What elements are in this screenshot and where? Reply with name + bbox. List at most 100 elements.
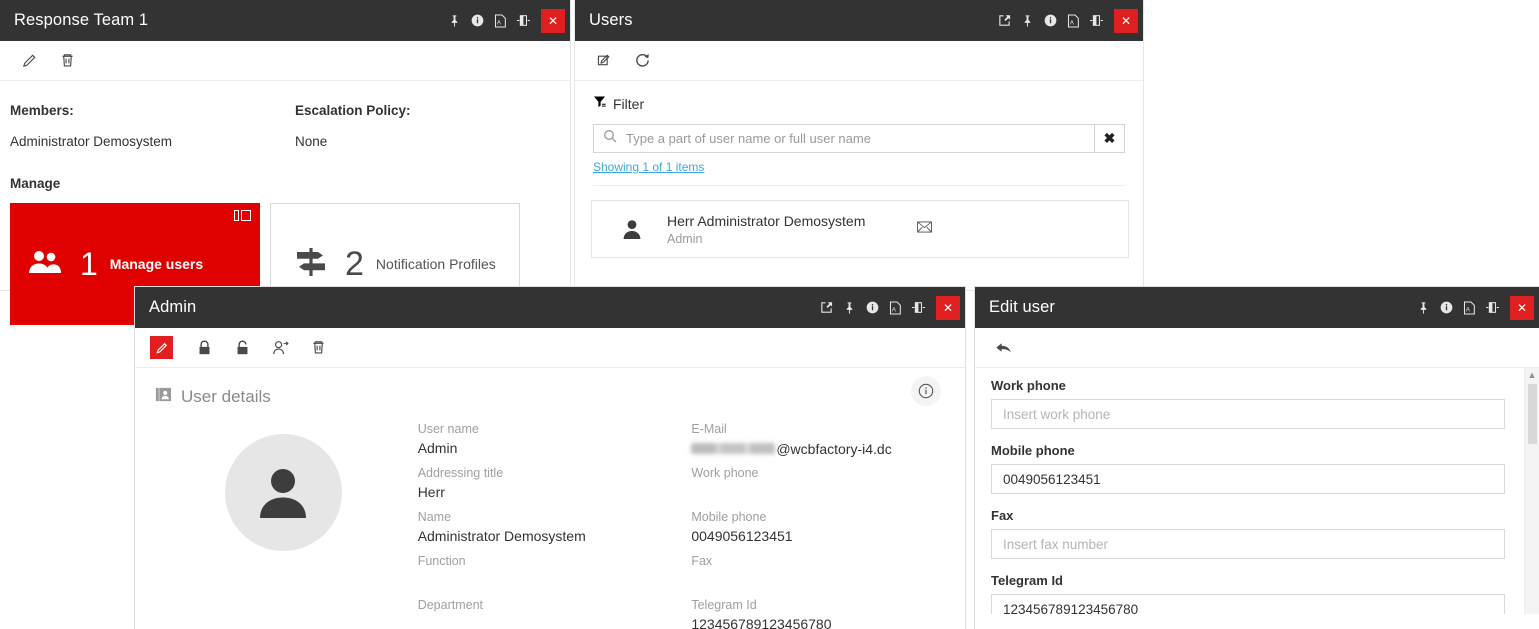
list-item[interactable]: Herr Administrator Demosystem Admin <box>591 200 1129 258</box>
search-box[interactable] <box>593 124 1094 153</box>
user-details-right-column: E-Mail @wcbfactory-i4.dc Work phone Mobi… <box>691 422 965 629</box>
avatar-area <box>149 422 418 629</box>
window-title: Users <box>589 11 633 30</box>
users-list: Herr Administrator Demosystem Admin <box>575 186 1143 258</box>
filter-funnel-icon <box>593 95 606 113</box>
escalation-value: None <box>295 134 411 149</box>
members-column: Members: Administrator Demosystem <box>10 103 295 149</box>
work-phone-input[interactable]: Insert work phone <box>991 399 1505 429</box>
scrollbar-thumb[interactable] <box>1528 384 1537 444</box>
pdf-icon[interactable]: A <box>1062 0 1085 41</box>
window-controls: A ✕ <box>815 287 965 328</box>
tile-number: 1 <box>80 248 98 280</box>
mobile-phone-input[interactable]: 0049056123451 <box>991 464 1505 494</box>
close-icon[interactable]: ✕ <box>541 9 565 33</box>
maximize-icon[interactable] <box>512 0 535 41</box>
close-icon[interactable]: ✕ <box>1510 296 1534 320</box>
edit-user-toolbar <box>975 328 1539 368</box>
edit-note-icon[interactable] <box>587 46 621 76</box>
edit-user-form: Work phone Insert work phone Mobile phon… <box>975 368 1539 614</box>
popout-icon[interactable] <box>993 0 1016 41</box>
admin-titlebar[interactable]: Admin A ✕ <box>135 287 965 328</box>
maximize-icon[interactable] <box>1481 287 1504 328</box>
lock-open-icon[interactable] <box>225 333 259 363</box>
user-details-header: User details <box>135 368 965 408</box>
refresh-icon[interactable] <box>625 46 659 76</box>
search-icon <box>603 129 617 148</box>
field-label: Fax <box>991 508 1523 523</box>
signpost-icon <box>295 247 327 282</box>
section-title: User details <box>181 387 271 407</box>
form-scrollbar[interactable]: ▲ <box>1524 368 1539 614</box>
pdf-icon[interactable]: A <box>489 0 512 41</box>
user-details-left-column: User name Admin Addressing title Herr Na… <box>418 422 692 629</box>
response-team-toolbar <box>0 41 570 81</box>
edit-user-window: Edit user A ✕ Work phone Insert work pho… <box>975 287 1539 629</box>
window-title: Response Team 1 <box>14 11 148 30</box>
info-circle-icon[interactable] <box>911 376 941 406</box>
pin-icon[interactable] <box>1016 0 1039 41</box>
pin-icon[interactable] <box>1412 287 1435 328</box>
user-fullname: Herr Administrator Demosystem <box>667 213 865 229</box>
edit-user-titlebar[interactable]: Edit user A ✕ <box>975 287 1539 328</box>
field-label: Work phone <box>691 466 965 480</box>
users-titlebar[interactable]: Users A ✕ <box>575 0 1143 41</box>
fax-input[interactable]: Insert fax number <box>991 529 1505 559</box>
info-icon[interactable] <box>1435 287 1458 328</box>
field-label: Function <box>418 554 692 568</box>
field-value <box>691 572 965 589</box>
pdf-icon[interactable]: A <box>884 287 907 328</box>
lock-closed-icon[interactable] <box>187 333 221 363</box>
maximize-icon[interactable] <box>907 287 930 328</box>
close-icon[interactable]: ✕ <box>936 296 960 320</box>
pdf-icon[interactable]: A <box>1458 287 1481 328</box>
delete-trash-icon[interactable] <box>50 46 84 76</box>
svg-text:A: A <box>1070 20 1074 26</box>
showing-count-link[interactable]: Showing 1 of 1 items <box>593 160 704 174</box>
users-filter-area: Filter ✖ Showing 1 of 1 items <box>575 81 1143 186</box>
envelope-icon[interactable] <box>917 220 932 238</box>
redacted-email-local-part <box>691 443 775 454</box>
tile-number: 2 <box>345 247 364 281</box>
response-team-window: Response Team 1 A ✕ Members: Administrat… <box>0 0 570 290</box>
filter-header: Filter <box>593 95 1125 113</box>
delete-trash-icon[interactable] <box>301 333 335 363</box>
scroll-up-arrow-icon[interactable]: ▲ <box>1528 371 1537 380</box>
field-value: Admin <box>418 440 692 457</box>
members-value: Administrator Demosystem <box>10 134 295 149</box>
back-arrow-icon[interactable] <box>987 333 1021 363</box>
clear-filter-button[interactable]: ✖ <box>1094 124 1125 153</box>
field-label: Telegram Id <box>691 598 965 612</box>
field-label: Work phone <box>991 378 1523 393</box>
field-label: Department <box>418 598 692 612</box>
edit-pencil-icon[interactable] <box>12 46 46 76</box>
field-label: Mobile phone <box>991 443 1523 458</box>
search-input[interactable] <box>626 131 1094 146</box>
close-icon[interactable]: ✕ <box>1114 9 1138 33</box>
field-value: 123456789123456780 <box>691 616 965 629</box>
filter-label: Filter <box>613 96 644 112</box>
filter-search-row: ✖ <box>593 124 1125 153</box>
maximize-icon[interactable] <box>1085 0 1108 41</box>
user-name-block: Herr Administrator Demosystem Admin <box>667 213 865 246</box>
edit-pencil-icon[interactable] <box>150 336 173 359</box>
field-label: User name <box>418 422 692 436</box>
info-icon[interactable] <box>1039 0 1062 41</box>
window-controls: A ✕ <box>993 0 1143 41</box>
window-controls: A ✕ <box>443 0 570 41</box>
users-window: Users A ✕ Filter <box>575 0 1143 290</box>
pin-icon[interactable] <box>443 0 466 41</box>
info-icon[interactable] <box>466 0 489 41</box>
email-domain: @wcbfactory-i4.dc <box>776 441 891 457</box>
tile-selected-marker-icon <box>234 210 251 221</box>
info-icon[interactable] <box>861 287 884 328</box>
field-label: Telegram Id <box>991 573 1523 588</box>
telegram-id-input[interactable]: 123456789123456780 <box>991 594 1505 614</box>
field-label: Addressing title <box>418 466 692 480</box>
pin-icon[interactable] <box>838 287 861 328</box>
user-switch-icon[interactable] <box>263 333 297 363</box>
response-team-titlebar[interactable]: Response Team 1 A ✕ <box>0 0 570 41</box>
admin-window: Admin A ✕ User details <box>135 287 965 629</box>
admin-toolbar <box>135 328 965 368</box>
popout-icon[interactable] <box>815 287 838 328</box>
